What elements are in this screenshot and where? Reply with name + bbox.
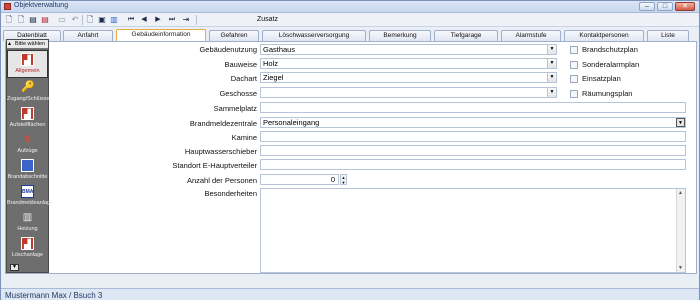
sidebar-item-heizung[interactable]: ▥ Heizung xyxy=(7,211,48,235)
geschosse-select[interactable]: ▼ xyxy=(260,87,557,98)
sidebar-item-loeschanlage[interactable]: ▟ Löschanlage xyxy=(7,237,48,261)
save-icon[interactable]: ▭ xyxy=(57,15,67,25)
tab-gebaeudeinformation[interactable]: Gebäudeinformation xyxy=(116,29,206,41)
preview-icon[interactable]: 🗋 xyxy=(85,15,95,25)
brandmeldezentrale-select[interactable]: Personaleingang ▼ xyxy=(260,117,686,128)
label-anzahl-personen: Anzahl der Personen xyxy=(186,176,257,185)
standort-e-hauptverteiler-input[interactable] xyxy=(260,159,686,170)
radiator-icon: ▥ xyxy=(22,212,33,223)
label-brandmeldezentrale: Brandmeldezentrale xyxy=(189,119,257,128)
label-geschosse: Geschosse xyxy=(219,89,257,98)
category-sidebar: Bitte wählen Sie: ▟ Allgemein 🔑 Zugang/S… xyxy=(6,39,53,273)
tab-kontaktpersonen[interactable]: Kontaktpersonen xyxy=(564,30,644,41)
new-record-icon[interactable]: ▤ xyxy=(28,15,38,25)
kamine-input[interactable] xyxy=(260,131,686,142)
tab-gefahren[interactable]: Gefahren xyxy=(209,30,259,41)
sidebar-item-aufzuege[interactable]: ⇅ Aufzüge xyxy=(7,133,48,157)
app-icon xyxy=(4,3,11,10)
close-button[interactable]: ✕ xyxy=(675,2,695,11)
fire-truck-icon: ▟ xyxy=(21,53,34,66)
gebaeudenutzung-select[interactable]: Gasthaus ▼ xyxy=(260,44,557,55)
hauptwasserschieber-input[interactable] xyxy=(260,145,686,156)
brandschutzplan-checkbox[interactable] xyxy=(570,46,578,54)
sidebar-scroll-down-button[interactable]: ▼ xyxy=(10,264,19,271)
door-icon xyxy=(21,159,34,172)
sidebar-item-allgemein[interactable]: ▟ Allgemein xyxy=(7,50,48,78)
sidebar-header: Bitte wählen Sie: xyxy=(7,40,48,56)
label-hauptwasserschieber: Hauptwasserschieber xyxy=(184,147,257,156)
label-dachart: Dachart xyxy=(230,74,257,83)
title-bar: Objektverwaltung – □ ✕ xyxy=(1,1,699,13)
bauweise-select[interactable]: Holz ▼ xyxy=(260,58,557,69)
status-bar: Mustermann Max / Bsuch 3 xyxy=(1,288,699,300)
sammelplatz-input[interactable] xyxy=(260,102,686,113)
raeumungsplan-checkbox[interactable] xyxy=(570,90,578,98)
copy-doc-icon[interactable]: 🗋 xyxy=(16,15,26,25)
search-icon[interactable]: ▥ xyxy=(109,15,119,25)
sonderalarmplan-label: Sonderalarmplan xyxy=(582,60,640,69)
brandschutzplan-label: Brandschutzplan xyxy=(582,45,638,54)
sidebar-item-brandmeldeanlage[interactable]: BMA Brandmeldeanlage xyxy=(7,185,53,209)
sidebar-item-brandabschnitte[interactable]: Brandabschnitte xyxy=(7,159,48,183)
quantity-stepper[interactable]: ▲ ▼ xyxy=(340,174,347,185)
bma-icon: BMA xyxy=(21,185,34,198)
label-sammelplatz: Sammelplatz xyxy=(213,104,257,113)
tab-tiefgarage[interactable]: Tiefgarage xyxy=(434,30,498,41)
sidebar-item-zugang[interactable]: 🔑 Zugang/Schlüssel xyxy=(7,81,51,105)
window-title: Objektverwaltung xyxy=(14,2,69,9)
fire-truck-icon: ▟ xyxy=(21,237,34,250)
anzahl-personen-input[interactable]: 0 xyxy=(260,174,339,185)
scroll-down-icon[interactable]: ▼ xyxy=(678,265,683,271)
status-text: Mustermann Max / Bsuch 3 xyxy=(5,291,103,300)
minimize-button[interactable]: – xyxy=(639,2,655,11)
key-icon: 🔑 xyxy=(21,81,35,93)
tab-liste[interactable]: Liste xyxy=(647,30,689,41)
print-icon[interactable]: ▣ xyxy=(97,15,107,25)
chevron-down-icon[interactable]: ▼ xyxy=(676,118,685,127)
fire-truck-icon: ▟ xyxy=(21,107,34,120)
main-window: Objektverwaltung – □ ✕ 🗋 🗋 ▤ ▤ ▭ ↶ 🗋 ▣ ▥… xyxy=(0,0,700,300)
next-icon[interactable]: ▶ xyxy=(153,15,163,25)
dachart-select[interactable]: Ziegel ▼ xyxy=(260,72,557,83)
raeumungsplan-label: Räumungsplan xyxy=(582,89,633,98)
chevron-down-icon[interactable]: ▼ xyxy=(547,45,556,54)
label-besonderheiten: Besonderheiten xyxy=(204,189,257,198)
zusatz-menu[interactable]: Zusatz xyxy=(257,16,278,23)
chevron-down-icon[interactable]: ▼ xyxy=(547,59,556,68)
textarea-scrollbar[interactable]: ▲ ▼ xyxy=(676,189,685,272)
tab-loeschwasserversorgung[interactable]: Löschwasserversorgung xyxy=(262,30,366,41)
maximize-button[interactable]: □ xyxy=(657,2,673,11)
sonderalarmplan-checkbox[interactable] xyxy=(570,61,578,69)
label-kamine: Kamine xyxy=(231,133,257,142)
label-standort-e-hauptverteiler: Standort E-Hauptverteiler xyxy=(172,161,257,170)
tab-anfahrt[interactable]: Anfahrt xyxy=(63,30,113,41)
chevron-down-icon[interactable]: ▼ xyxy=(547,73,556,82)
first-icon[interactable]: ⏮ xyxy=(126,15,136,25)
elevator-icon: ⇅ xyxy=(23,134,32,144)
exit-icon[interactable]: ⇥ xyxy=(181,15,191,25)
new-doc-icon[interactable]: 🗋 xyxy=(4,15,14,25)
chevron-down-icon[interactable]: ▼ xyxy=(547,88,556,97)
label-bauweise: Bauweise xyxy=(224,60,257,69)
last-icon[interactable]: ⏭ xyxy=(167,15,177,25)
prev-icon[interactable]: ◀ xyxy=(139,15,149,25)
einsatzplan-label: Einsatzplan xyxy=(582,74,621,83)
label-gebaeudenutzung: Gebäudenutzung xyxy=(199,45,257,54)
scroll-up-icon[interactable]: ▲ xyxy=(678,190,683,196)
toolbar: 🗋 🗋 ▤ ▤ ▭ ↶ 🗋 ▣ ▥ ⏮ ◀ ▶ ⏭ ⇥ Zusatz xyxy=(1,13,699,27)
delete-icon[interactable]: ▤ xyxy=(40,15,50,25)
sidebar-item-aufstellflaechen[interactable]: ▟ Aufstellflächen xyxy=(7,107,48,131)
einsatzplan-checkbox[interactable] xyxy=(570,75,578,83)
tab-bemerkung[interactable]: Bemerkung xyxy=(369,30,431,41)
tab-bar: Datenblatt Anfahrt Gebäudeinformation Ge… xyxy=(3,29,699,41)
besonderheiten-textarea[interactable]: ▲ ▼ xyxy=(260,188,686,273)
tab-alarmstufe[interactable]: Alarmstufe xyxy=(501,30,561,41)
undo-icon[interactable]: ↶ xyxy=(70,15,80,25)
